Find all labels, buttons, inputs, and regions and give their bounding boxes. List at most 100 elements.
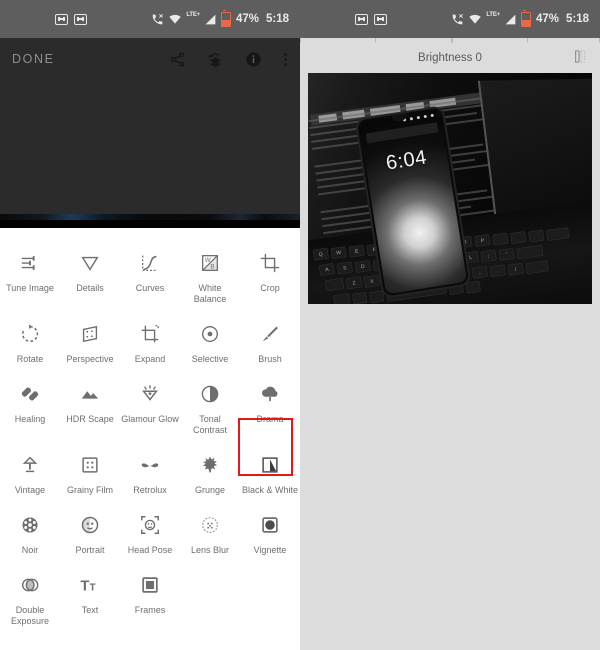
double-exposure-icon <box>19 572 41 598</box>
tool-label: Head Pose <box>127 545 173 555</box>
tool-label: Expand <box>134 354 166 364</box>
info-icon[interactable] <box>245 51 262 68</box>
glamour-glow-icon <box>139 381 161 407</box>
editor-toolbar: DONE <box>0 38 300 80</box>
vintage-icon <box>19 452 41 478</box>
lens-blur-icon <box>199 512 221 538</box>
tool-double-exposure[interactable]: Double Exposure <box>0 562 60 633</box>
grunge-icon <box>199 452 221 478</box>
cast-icon <box>74 13 87 25</box>
right-panel: LTE+ 47% 5:18 Brightness 0 Q W E P A S D… <box>300 0 600 650</box>
wifi-icon <box>469 14 482 24</box>
tool-label: Black & White <box>241 485 299 495</box>
tool-label: Glamour Glow <box>121 414 179 424</box>
tool-vignette[interactable]: Vignette <box>240 502 300 562</box>
tool-grainy-film[interactable]: Grainy Film <box>60 442 120 502</box>
tool-label: HDR Scape <box>66 414 114 424</box>
tool-label: Grainy Film <box>66 485 113 495</box>
tool-label: Vignette <box>253 545 287 555</box>
signal-icon <box>505 14 516 24</box>
healing-icon <box>19 381 41 407</box>
battery-percent: 47% <box>235 13 259 25</box>
compare-icon[interactable] <box>572 49 588 67</box>
tool-expand[interactable]: Expand <box>120 311 180 371</box>
tool-crop[interactable]: Crop <box>240 240 300 311</box>
tool-lens-blur[interactable]: Lens Blur <box>180 502 240 562</box>
hdr-scape-icon <box>79 381 101 407</box>
black-and-white-icon <box>259 452 281 478</box>
network-type-label: LTE+ <box>186 12 200 18</box>
tool-head-pose[interactable]: Head Pose <box>120 502 180 562</box>
tool-label: Noir <box>21 545 39 555</box>
cast-icon <box>374 13 387 25</box>
clock: 5:18 <box>265 13 289 25</box>
tool-selective[interactable]: Selective <box>180 311 240 371</box>
tool-label: Tonal Contrast <box>192 414 227 435</box>
expand-icon <box>139 321 161 347</box>
tool-brush[interactable]: Brush <box>240 311 300 371</box>
signal-icon <box>205 14 216 24</box>
call-icon <box>152 13 164 24</box>
tool-grunge[interactable]: Grunge <box>180 442 240 502</box>
photo-preview[interactable]: Q W E R T Y U I O P A S D <box>300 73 600 304</box>
tool-label: Rotate <box>16 354 44 364</box>
tool-healing[interactable]: Healing <box>0 371 60 442</box>
tool-curves[interactable]: Curves <box>120 240 180 311</box>
tools-row: Tune Image Details Curves WB White Balan… <box>0 240 300 311</box>
tool-hdr-scape[interactable]: HDR Scape <box>60 371 120 442</box>
tool-white-balance[interactable]: WB White Balance <box>180 240 240 311</box>
done-button[interactable]: DONE <box>12 52 55 66</box>
status-bar-notifications <box>355 13 387 25</box>
retrolux-icon <box>139 452 161 478</box>
status-bar-right: LTE+ 47% 5:18 <box>300 0 600 38</box>
cast-icon <box>55 13 68 25</box>
tool-black-and-white[interactable]: Black & White <box>240 442 300 502</box>
cast-icon <box>355 13 368 25</box>
tool-rotate[interactable]: Rotate <box>0 311 60 371</box>
tool-label: Portrait <box>75 545 105 555</box>
rotate-icon <box>19 321 41 347</box>
tool-details[interactable]: Details <box>60 240 120 311</box>
share-icon[interactable] <box>169 51 186 68</box>
tool-label: Brush <box>258 354 282 364</box>
stacks-icon[interactable] <box>207 51 224 68</box>
tool-noir[interactable]: Noir <box>0 502 60 562</box>
svg-text:T: T <box>90 583 97 594</box>
svg-text:T: T <box>80 579 89 595</box>
wifi-icon <box>169 14 182 24</box>
vignette-icon <box>259 512 281 538</box>
overflow-menu-icon[interactable] <box>283 51 288 68</box>
tool-frames[interactable]: Frames <box>120 562 180 633</box>
tool-tune-image[interactable]: Tune Image <box>0 240 60 311</box>
tool-text[interactable]: TT Text <box>60 562 120 633</box>
tool-label: Perspective <box>66 354 114 364</box>
portrait-icon <box>79 512 101 538</box>
tool-label: Text <box>81 605 99 615</box>
adjustment-label: Brightness 0 <box>418 52 482 64</box>
tool-tonal-contrast[interactable]: Tonal Contrast <box>180 371 240 442</box>
screenshot-root: LTE+ 47% 5:18 DONE Tune Image Details Cu… <box>0 0 600 650</box>
grainy-film-icon <box>79 452 101 478</box>
tool-label: Healing <box>14 414 46 424</box>
tools-row: Vintage Grainy Film Retrolux Grunge Blac… <box>0 442 300 502</box>
tool-portrait[interactable]: Portrait <box>60 502 120 562</box>
tool-glamour-glow[interactable]: Glamour Glow <box>120 371 180 442</box>
tools-row: Double Exposure TT Text Frames <box>0 562 300 633</box>
status-bar-system: LTE+ 47% 5:18 <box>151 9 289 27</box>
tools-row: Healing HDR Scape Glamour Glow Tonal Con… <box>0 371 300 442</box>
status-bar-notifications <box>55 13 87 25</box>
selective-icon <box>199 321 221 347</box>
battery-percent: 47% <box>535 13 559 25</box>
tool-vintage[interactable]: Vintage <box>0 442 60 502</box>
tune-image-icon <box>19 250 41 276</box>
tonal-contrast-icon <box>199 381 221 407</box>
svg-text:B: B <box>210 264 214 271</box>
edited-photo-black-and-white: Q W E R T Y U I O P A S D <box>308 73 592 304</box>
network-type-label: LTE+ <box>486 12 500 18</box>
perspective-icon <box>79 321 101 347</box>
tool-perspective[interactable]: Perspective <box>60 311 120 371</box>
tool-drama[interactable]: Drama <box>240 371 300 442</box>
adjustment-header: Brightness 0 <box>300 43 600 73</box>
tools-row: Rotate Perspective Expand Selective Brus… <box>0 311 300 371</box>
tool-retrolux[interactable]: Retrolux <box>120 442 180 502</box>
